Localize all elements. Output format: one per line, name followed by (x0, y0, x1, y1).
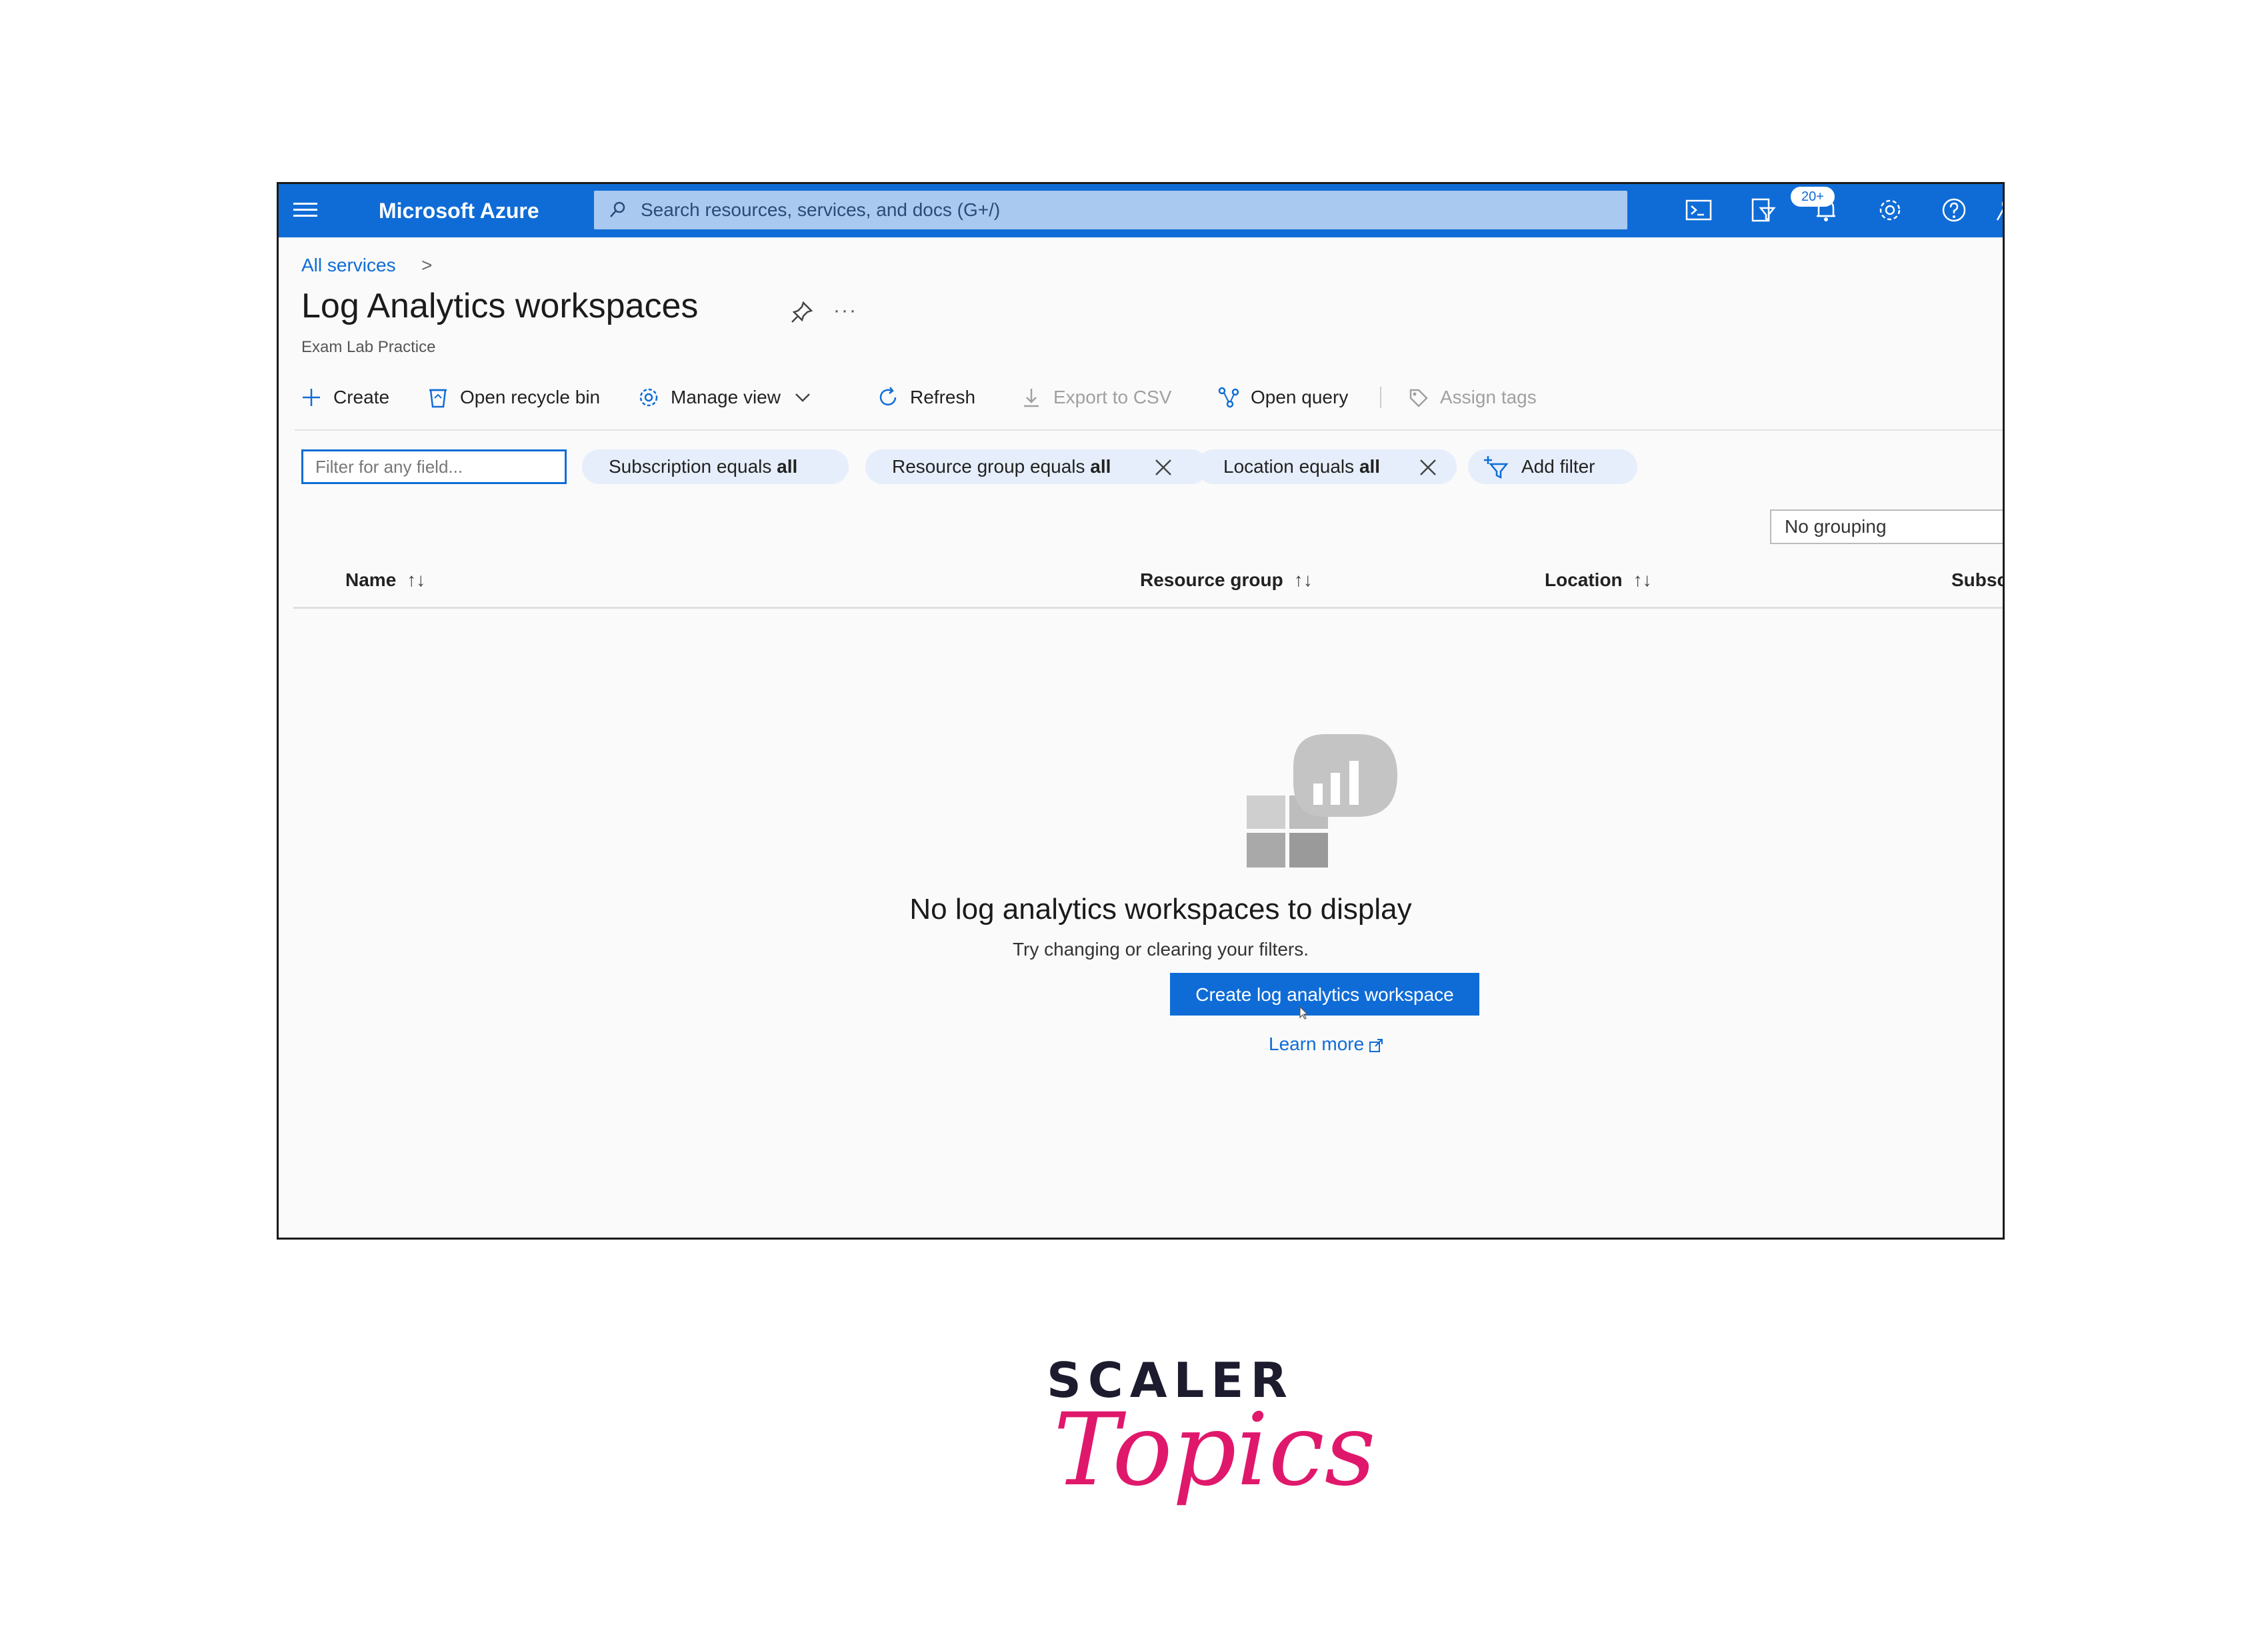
feedback-icon[interactable] (1989, 195, 2003, 225)
open-query-button[interactable]: Open query (1216, 381, 1348, 413)
search-icon (610, 201, 625, 217)
learn-more-label: Learn more (1269, 1034, 1365, 1054)
breadcrumb-all-services[interactable]: All services (301, 253, 396, 277)
add-filter-button[interactable]: Add filter (1468, 449, 1637, 484)
manage-view-label: Manage view (671, 387, 781, 407)
subscription-filter-pill[interactable]: Subscription equals all (582, 449, 849, 484)
create-label: Create (333, 387, 390, 407)
empty-state-illustration (1247, 734, 1397, 868)
menu-icon[interactable] (293, 199, 317, 223)
grouping-dropdown[interactable]: No grouping (1770, 509, 2003, 544)
top-bar: Microsoft Azure Search resources, servic… (279, 184, 2003, 237)
toolbar-divider-line (295, 429, 2003, 431)
mouse-cursor-icon (1299, 1006, 1309, 1020)
refresh-label: Refresh (910, 387, 976, 407)
add-filter-icon (1484, 456, 1509, 479)
notification-badge: 20+ (1791, 187, 1835, 207)
recycle-bin-label: Open recycle bin (460, 387, 601, 407)
empty-state-title: No log analytics workspaces to display (909, 893, 1412, 926)
resource-group-header-label: Resource group (1140, 569, 1283, 590)
column-header-resource-group[interactable]: Resource group ↑↓ (1140, 568, 1313, 592)
gear-icon (639, 388, 658, 407)
empty-state-subtitle: Try changing or clearing your filters. (1012, 939, 1309, 960)
sort-icon[interactable]: ↑↓ (1633, 569, 1652, 590)
export-csv-label: Export to CSV (1053, 387, 1172, 407)
sort-icon[interactable]: ↑↓ (407, 569, 425, 590)
open-query-label: Open query (1251, 387, 1349, 407)
help-icon[interactable] (1939, 195, 1969, 225)
brand-name[interactable]: Microsoft Azure (379, 197, 539, 224)
portal-window: Microsoft Azure Search resources, servic… (277, 182, 2005, 1240)
plus-icon (303, 389, 320, 406)
location-header-label: Location (1545, 569, 1623, 590)
manage-view-button[interactable]: Manage view (636, 381, 815, 413)
external-link-icon (1369, 1038, 1383, 1052)
tag-icon (1409, 389, 1428, 407)
query-icon (1218, 387, 1239, 408)
close-icon[interactable] (1417, 456, 1439, 479)
filter-field-input[interactable]: Filter for any field... (301, 449, 567, 484)
recycle-bin-icon (429, 389, 447, 408)
name-header-label: Name (345, 569, 397, 590)
subscription-filter-label: Subscription equals (609, 456, 772, 477)
refresh-button[interactable]: Refresh (875, 381, 975, 413)
resource-group-filter-value: all (1090, 456, 1111, 477)
close-icon[interactable] (1152, 456, 1175, 479)
settings-icon[interactable] (1875, 195, 1905, 225)
table-header-divider (293, 607, 2003, 609)
pin-icon[interactable] (789, 299, 815, 325)
open-recycle-bin-button[interactable]: Open recycle bin (425, 381, 600, 413)
breadcrumb-separator: > (421, 255, 433, 275)
page-subtitle: Exam Lab Practice (301, 338, 436, 356)
subscription-header-label: Subscri (1951, 569, 2003, 590)
page-title: Log Analytics workspaces (301, 287, 699, 325)
add-filter-label: Add filter (1521, 456, 1595, 477)
assign-tags-label: Assign tags (1440, 387, 1537, 407)
column-header-location[interactable]: Location ↑↓ (1545, 568, 1652, 592)
download-icon (1024, 389, 1039, 407)
directory-filter-icon[interactable] (1747, 195, 1778, 225)
learn-more-link[interactable]: Learn more (1269, 1032, 1384, 1056)
topics-logo-text: Topics (1053, 1392, 1376, 1508)
column-header-subscription[interactable]: Subscri (1951, 568, 2003, 592)
search-input[interactable]: Search resources, services, and docs (G+… (594, 191, 1627, 229)
refresh-icon (879, 387, 897, 406)
toolbar-divider (1380, 387, 1381, 408)
sort-icon[interactable]: ↑↓ (1294, 569, 1313, 590)
create-workspace-button[interactable]: Create log analytics workspace (1170, 973, 1479, 1016)
resource-group-filter-label: Resource group equals (892, 456, 1085, 477)
cloud-shell-icon[interactable] (1683, 195, 1714, 225)
search-placeholder: Search resources, services, and docs (G+… (641, 199, 1001, 220)
location-filter-label: Location equals (1223, 456, 1355, 477)
export-csv-button[interactable]: Export to CSV (1019, 381, 1171, 413)
create-button[interactable]: Create (299, 381, 389, 413)
more-options-icon[interactable]: ··· (833, 301, 857, 321)
column-header-name[interactable]: Name ↑↓ (345, 568, 425, 592)
location-filter-value: all (1359, 456, 1381, 477)
chevron-down-icon (795, 393, 810, 402)
assign-tags-button[interactable]: Assign tags (1405, 381, 1537, 413)
subscription-filter-value: all (777, 456, 798, 477)
